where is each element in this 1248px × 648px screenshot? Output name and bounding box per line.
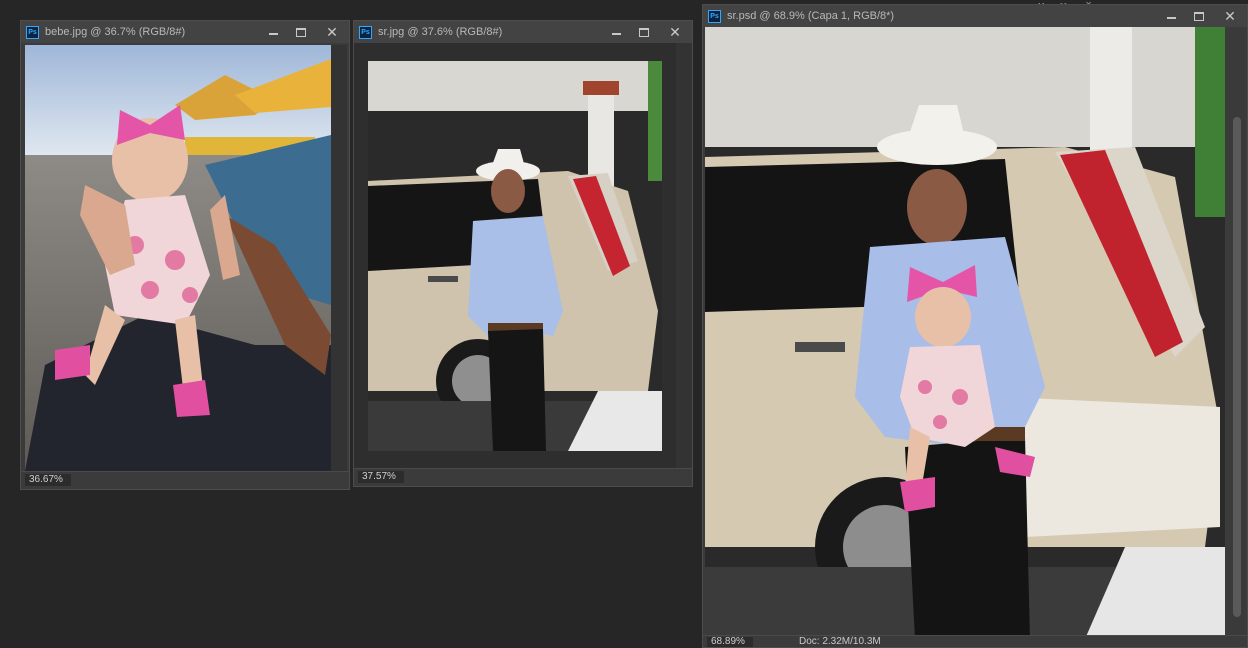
maximize-icon: [296, 27, 306, 37]
document-size-info[interactable]: Doc: 2.32M/10.3M: [799, 636, 881, 647]
zoom-level-field[interactable]: 37.57%: [358, 471, 404, 483]
zoom-level-field[interactable]: 68.89%: [707, 637, 753, 647]
window-title: sr.jpg @ 37.6% (RGB/8#): [378, 26, 503, 38]
vertical-scrollbar[interactable]: [331, 45, 347, 471]
minimize-button[interactable]: [259, 21, 287, 43]
pasteboard[interactable]: [354, 43, 676, 469]
minimize-icon: [611, 33, 621, 35]
maximize-button[interactable]: [287, 21, 315, 43]
minimize-button[interactable]: [1157, 5, 1185, 27]
minimize-icon: [1166, 17, 1176, 19]
close-button[interactable]: ✕: [1213, 5, 1247, 27]
maximize-button[interactable]: [630, 21, 658, 43]
window-title: bebe.jpg @ 36.7% (RGB/8#): [45, 26, 186, 38]
ps-icon: Ps: [359, 25, 372, 39]
close-button[interactable]: ✕: [658, 21, 692, 43]
minimize-button[interactable]: [602, 21, 630, 43]
status-bar: 68.89% Doc: 2.32M/10.3M: [703, 635, 1247, 647]
close-icon: ✕: [1224, 8, 1236, 24]
image-canvas[interactable]: [705, 27, 1225, 639]
zoom-level-field[interactable]: 36.67%: [25, 474, 71, 486]
minimize-icon: [268, 33, 278, 35]
vertical-scrollbar[interactable]: [1229, 27, 1245, 639]
document-window-srpsd[interactable]: Ps sr.psd @ 68.9% (Capa 1, RGB/8*) ✕ 68.…: [702, 4, 1248, 648]
window-title: sr.psd @ 68.9% (Capa 1, RGB/8*): [727, 10, 895, 22]
photo-composite: [705, 27, 1225, 639]
window-titlebar[interactable]: Ps bebe.jpg @ 36.7% (RGB/8#) ✕: [21, 21, 349, 43]
window-titlebar[interactable]: Ps sr.psd @ 68.9% (Capa 1, RGB/8*) ✕: [703, 5, 1247, 27]
photo-man-car: [368, 61, 662, 451]
maximize-icon: [639, 27, 649, 37]
document-window-bebe[interactable]: Ps bebe.jpg @ 36.7% (RGB/8#) ✕ 36.67%: [20, 20, 350, 490]
scrollbar-thumb[interactable]: [1233, 117, 1241, 617]
maximize-icon: [1194, 11, 1204, 21]
status-bar: 37.57%: [354, 468, 692, 486]
vertical-scrollbar[interactable]: [676, 43, 692, 469]
close-button[interactable]: ✕: [315, 21, 349, 43]
close-icon: ✕: [326, 24, 338, 40]
photo-baby-beach: [25, 45, 331, 471]
close-icon: ✕: [669, 24, 681, 40]
ps-icon: Ps: [708, 9, 721, 23]
window-titlebar[interactable]: Ps sr.jpg @ 37.6% (RGB/8#) ✕: [354, 21, 692, 43]
status-bar: 36.67%: [21, 471, 349, 489]
document-window-sr[interactable]: Ps sr.jpg @ 37.6% (RGB/8#) ✕ 37.57%: [353, 20, 693, 487]
ps-icon: Ps: [26, 25, 39, 39]
maximize-button[interactable]: [1185, 5, 1213, 27]
image-canvas[interactable]: [25, 45, 331, 471]
